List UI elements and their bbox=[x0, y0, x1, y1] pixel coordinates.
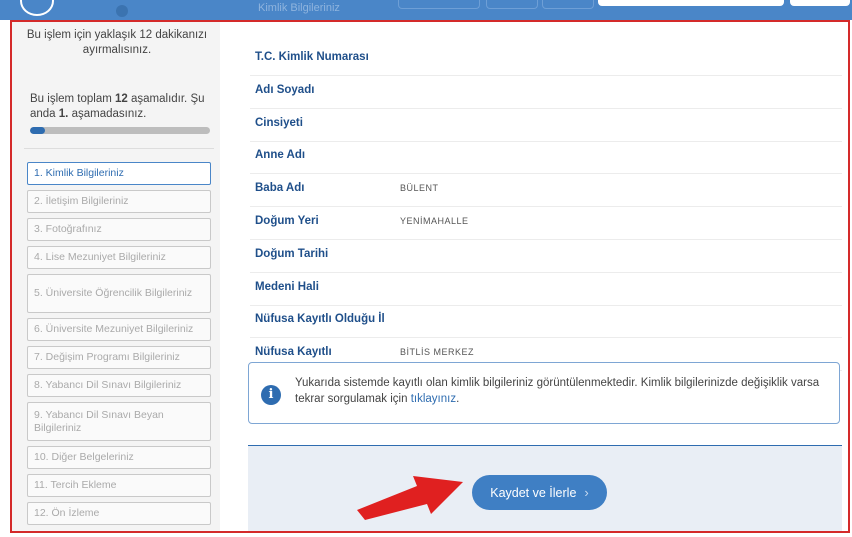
red-frame-annotation bbox=[10, 20, 850, 533]
logo bbox=[20, 0, 54, 16]
header-button[interactable] bbox=[542, 0, 594, 9]
user-icon[interactable] bbox=[116, 5, 128, 17]
header-input[interactable] bbox=[790, 0, 850, 6]
header-button[interactable] bbox=[486, 0, 538, 9]
top-header: Kimlik Bilgileriniz bbox=[0, 0, 852, 20]
header-button[interactable] bbox=[398, 0, 480, 9]
search-input[interactable] bbox=[598, 0, 784, 6]
section-title: Kimlik Bilgileriniz bbox=[258, 2, 340, 14]
